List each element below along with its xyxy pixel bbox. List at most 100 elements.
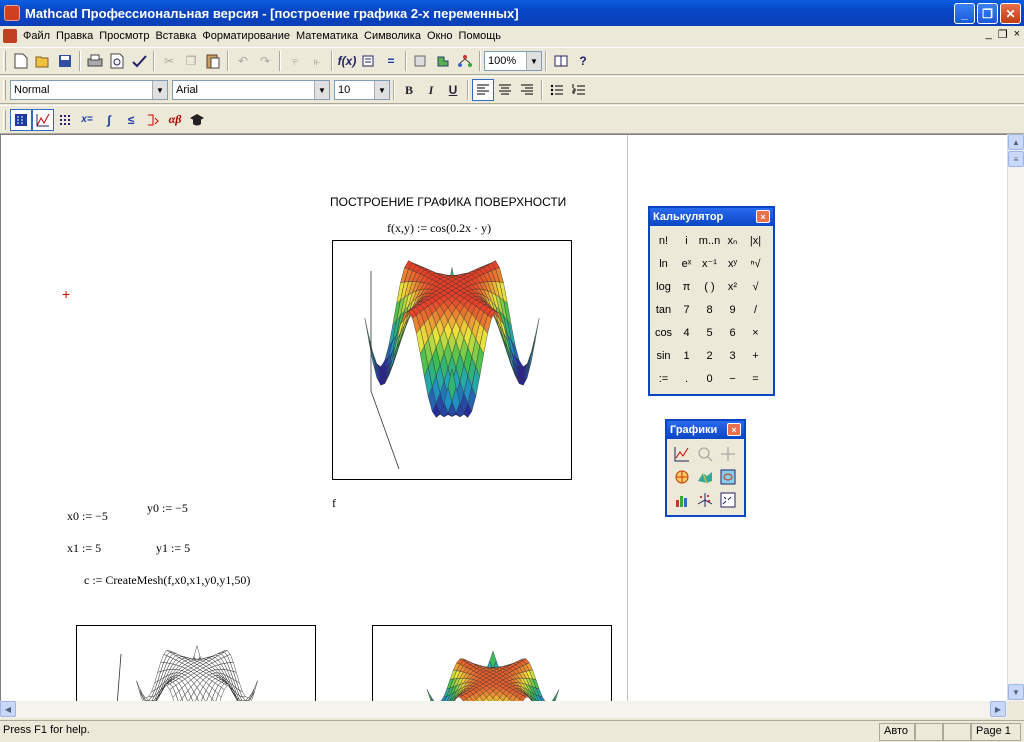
calc-key[interactable]: ⁿ√	[744, 252, 767, 275]
menu-file[interactable]: Файл	[20, 30, 53, 42]
calculator-close-button[interactable]: ×	[756, 210, 770, 223]
calc-key[interactable]: 1	[675, 344, 698, 367]
surface-plot-wireframe[interactable]	[76, 625, 316, 701]
contour-plot-icon[interactable]	[716, 465, 739, 488]
font-size-select[interactable]: 10 ▼	[334, 80, 390, 100]
maximize-button[interactable]: ❐	[977, 3, 998, 24]
document-icon[interactable]	[3, 29, 17, 43]
font-select[interactable]: Arial ▼	[172, 80, 330, 100]
calc-key[interactable]: 9	[721, 298, 744, 321]
calc-key[interactable]: 6	[721, 321, 744, 344]
calc-key[interactable]: =	[744, 367, 767, 390]
y0-definition[interactable]: y0 := −5	[147, 501, 188, 516]
save-icon[interactable]	[54, 50, 76, 72]
redo-icon[interactable]: ↷	[254, 50, 276, 72]
calc-key[interactable]: cos	[652, 321, 675, 344]
italic-button[interactable]: I	[420, 79, 442, 101]
insert-function-icon[interactable]: f(x)	[336, 50, 358, 72]
insert-component-icon[interactable]	[432, 50, 454, 72]
surface-plot-icon[interactable]	[693, 465, 716, 488]
chevron-down-icon[interactable]: ▼	[314, 81, 329, 99]
numbering-icon[interactable]	[568, 79, 590, 101]
calc-key[interactable]: x²	[721, 275, 744, 298]
align-left-icon[interactable]	[472, 79, 494, 101]
spellcheck-icon[interactable]	[128, 50, 150, 72]
y1-definition[interactable]: y1 := 5	[156, 541, 190, 556]
undo-icon[interactable]: ↶	[232, 50, 254, 72]
menu-window[interactable]: Окно	[424, 30, 456, 42]
insert-hyperlink-icon[interactable]	[410, 50, 432, 72]
evaluation-palette-icon[interactable]: x=	[76, 109, 98, 131]
align-right-icon[interactable]	[516, 79, 538, 101]
calculus-palette-icon[interactable]: ∫	[98, 109, 120, 131]
resource-center-icon[interactable]	[550, 50, 572, 72]
mathcad-app-icon[interactable]	[4, 5, 20, 21]
underline-button[interactable]: U	[442, 79, 464, 101]
help-icon[interactable]: ?	[572, 50, 594, 72]
chevron-down-icon[interactable]: ▼	[526, 52, 541, 70]
style-select[interactable]: Normal ▼	[10, 80, 168, 100]
doc-minimize-button[interactable]: _	[986, 28, 992, 41]
calculate-icon[interactable]: =	[380, 50, 402, 72]
chevron-down-icon[interactable]: ▼	[152, 81, 167, 99]
align-center-icon[interactable]	[494, 79, 516, 101]
menu-edit[interactable]: Правка	[53, 30, 96, 42]
programming-palette-icon[interactable]	[142, 109, 164, 131]
bullets-icon[interactable]	[546, 79, 568, 101]
scroll-left-icon[interactable]: ◀	[0, 701, 16, 717]
calc-key[interactable]: xʸ	[721, 252, 744, 275]
calc-key[interactable]: xₙ	[721, 229, 744, 252]
calc-key[interactable]: √	[744, 275, 767, 298]
chevron-down-icon[interactable]: ▼	[374, 81, 389, 99]
calc-key[interactable]: :=	[652, 367, 675, 390]
graph-palette-title-bar[interactable]: Графики ×	[667, 421, 744, 439]
scroll-thumb[interactable]: ≡	[1008, 151, 1024, 167]
menu-view[interactable]: Просмотр	[96, 30, 152, 42]
symbolic-palette-icon[interactable]	[186, 109, 208, 131]
x1-definition[interactable]: x1 := 5	[67, 541, 101, 556]
align-top-icon[interactable]: ⫧	[284, 50, 306, 72]
calc-key[interactable]: m..n	[698, 229, 721, 252]
calc-key[interactable]: i	[675, 229, 698, 252]
menu-format[interactable]: Форматирование	[199, 30, 293, 42]
surface-plot-main[interactable]	[332, 240, 572, 480]
scroll-down-icon[interactable]: ▼	[1008, 684, 1024, 700]
doc-restore-button[interactable]: ❐	[998, 28, 1008, 41]
align-down-icon[interactable]: ⫦	[306, 50, 328, 72]
plot-expression-label[interactable]: f	[332, 496, 336, 511]
scatter-plot-3d-icon[interactable]	[693, 488, 716, 511]
worksheet-heading[interactable]: ПОСТРОЕНИЕ ГРАФИКА ПОВЕРХНОСТИ	[330, 195, 566, 209]
calc-key[interactable]: tan	[652, 298, 675, 321]
new-icon[interactable]	[10, 50, 32, 72]
calc-key[interactable]: ( )	[698, 275, 721, 298]
doc-close-button[interactable]: ×	[1014, 28, 1020, 41]
calc-key[interactable]: 0	[698, 367, 721, 390]
calc-key[interactable]: ln	[652, 252, 675, 275]
graph-palette-icon[interactable]	[32, 108, 54, 131]
toolbar-grip[interactable]	[3, 51, 6, 71]
calc-key[interactable]: +	[744, 344, 767, 367]
menu-symbolics[interactable]: Символика	[361, 30, 424, 42]
scroll-right-icon[interactable]: ▶	[990, 701, 1006, 717]
calc-key[interactable]: 7	[675, 298, 698, 321]
calculator-title-bar[interactable]: Калькулятор ×	[650, 208, 773, 226]
calculator-palette-icon[interactable]	[10, 108, 32, 131]
print-preview-icon[interactable]	[106, 50, 128, 72]
minimize-button[interactable]: _	[954, 3, 975, 24]
calc-key[interactable]: 3	[721, 344, 744, 367]
function-definition[interactable]: f(x,y) := cos(0.2x · y)	[387, 221, 491, 236]
copy-icon[interactable]: ❐	[180, 50, 202, 72]
trace-plot-icon[interactable]	[716, 442, 739, 465]
insert-unit-icon[interactable]	[358, 50, 380, 72]
vector-field-plot-icon[interactable]	[716, 488, 739, 511]
calc-key[interactable]: 5	[698, 321, 721, 344]
calc-key[interactable]: 8	[698, 298, 721, 321]
vertical-scrollbar[interactable]: ▲ ≡ ▼	[1007, 134, 1024, 701]
graph-palette-close-button[interactable]: ×	[727, 423, 741, 436]
scroll-up-icon[interactable]: ▲	[1008, 134, 1024, 150]
menu-insert[interactable]: Вставка	[152, 30, 199, 42]
worksheet[interactable]: + ПОСТРОЕНИЕ ГРАФИКА ПОВЕРХНОСТИ f(x,y) …	[0, 134, 1007, 701]
matrix-palette-icon[interactable]	[54, 109, 76, 131]
polar-plot-icon[interactable]	[670, 465, 693, 488]
calc-key[interactable]: π	[675, 275, 698, 298]
